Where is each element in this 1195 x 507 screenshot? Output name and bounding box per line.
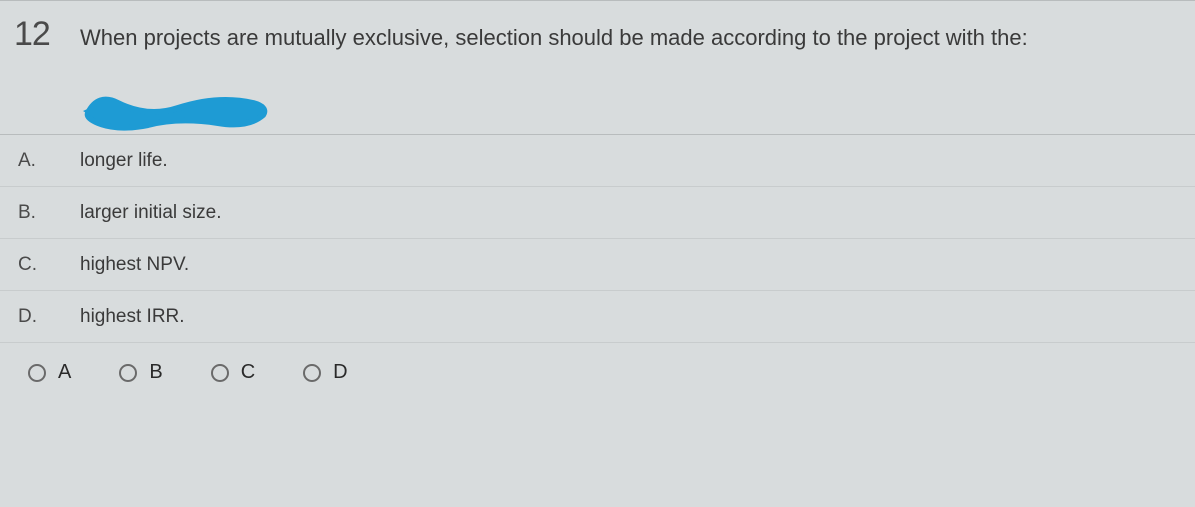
question-text: When projects are mutually exclusive, se… (80, 19, 1175, 54)
option-row: B. larger initial size. (0, 187, 1195, 239)
question-number: 12 (14, 15, 50, 54)
radio-option-a[interactable]: A (28, 361, 71, 384)
option-row: C. highest NPV. (0, 239, 1195, 291)
option-text: highest IRR. (80, 306, 185, 328)
radio-icon (119, 364, 137, 382)
option-row: D. highest IRR. (0, 291, 1195, 343)
radio-label: C (241, 361, 255, 384)
radio-icon (211, 364, 229, 382)
radio-option-c[interactable]: C (211, 361, 255, 384)
radio-label: A (58, 361, 71, 384)
radio-label: B (149, 361, 162, 384)
annotation-scribble (78, 73, 278, 143)
radio-icon (303, 364, 321, 382)
option-text: larger initial size. (80, 202, 222, 224)
radio-option-b[interactable]: B (119, 361, 162, 384)
option-text: longer life. (80, 150, 168, 172)
option-letter: C. (18, 254, 80, 276)
option-text: highest NPV. (80, 254, 189, 276)
options-list: A. longer life. B. larger initial size. … (0, 135, 1195, 343)
question-block: 12 When projects are mutually exclusive,… (0, 0, 1195, 135)
radio-icon (28, 364, 46, 382)
option-letter: B. (18, 202, 80, 224)
option-letter: D. (18, 306, 80, 328)
radio-label: D (333, 361, 347, 384)
answer-selection-row: A B C D (0, 343, 1195, 402)
quiz-container: 12 When projects are mutually exclusive,… (0, 0, 1195, 402)
option-letter: A. (18, 150, 80, 172)
radio-option-d[interactable]: D (303, 361, 347, 384)
